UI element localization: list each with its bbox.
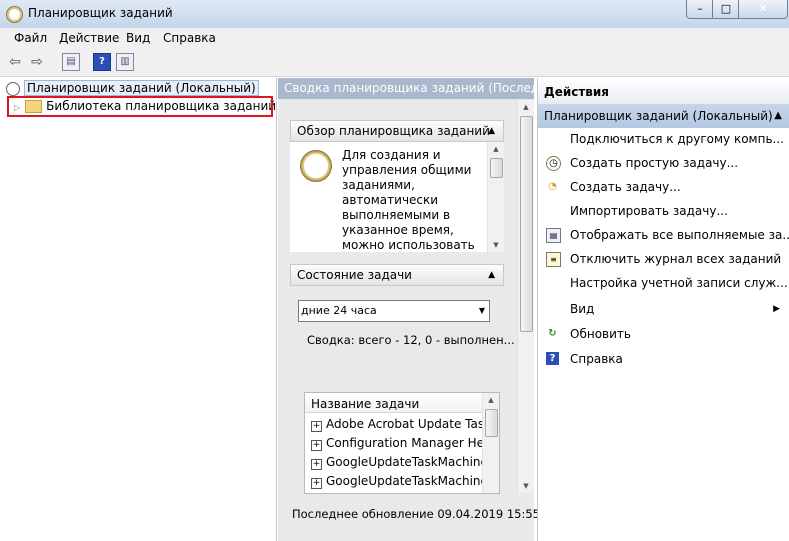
collapse-icon[interactable]: ▲ bbox=[774, 104, 782, 128]
scroll-down-icon[interactable]: ▼ bbox=[518, 479, 534, 493]
scroll-up-icon[interactable]: ▲ bbox=[483, 393, 499, 407]
action-disable-history[interactable]: ≡ Отключить журнал всех заданий bbox=[538, 248, 789, 270]
action-import-task[interactable]: Импортировать задачу... bbox=[538, 200, 789, 222]
running-tasks-icon: ▤ bbox=[546, 228, 561, 243]
summary-pane-scrollbar[interactable]: ▲ ▼ bbox=[517, 100, 534, 493]
list-item[interactable]: + GoogleUpdateTaskMachineU bbox=[305, 472, 483, 491]
status-summary: Сводка: всего - 12, 0 - выполнен... bbox=[307, 333, 515, 347]
maximize-button[interactable]: □ bbox=[712, 0, 740, 19]
expand-plus-icon[interactable]: + bbox=[311, 421, 322, 432]
action-create-basic-task[interactable]: ◷ Создать простую задачу... bbox=[538, 152, 789, 174]
title-bar: Планировщик заданий – □ ✕ bbox=[0, 0, 789, 29]
console-tree: Планировщик заданий (Локальный) ▷ Библиот… bbox=[0, 78, 277, 541]
toolbar: ⇦ ⇨ ▤ ? ▥ bbox=[0, 48, 789, 77]
status-section-header[interactable]: Состояние задачи ▲ bbox=[290, 264, 504, 286]
menu-view[interactable]: Вид bbox=[126, 31, 150, 45]
actions-pane: Действия Планировщик заданий (Локальный)… bbox=[537, 78, 789, 541]
tree-root-label: Планировщик заданий (Локальный) bbox=[24, 80, 259, 96]
action-display-running[interactable]: ▤ Отображать все выполняемые за... bbox=[538, 224, 789, 246]
refresh-icon: ↻ bbox=[548, 328, 557, 339]
menu-file[interactable]: Файл bbox=[14, 31, 47, 45]
menu-help[interactable]: Справка bbox=[163, 31, 216, 45]
action-service-account[interactable]: Настройка учетной записи служ... bbox=[538, 272, 789, 294]
period-value: дние 24 часа bbox=[301, 304, 377, 317]
task-name-column-header[interactable]: Название задачи bbox=[305, 393, 483, 413]
last-update-text: Последнее обновление 09.04.2019 15:55:24 bbox=[292, 507, 559, 521]
summary-header: Сводка планировщика заданий (Последнее с bbox=[278, 78, 534, 99]
actions-group-label: Планировщик заданий (Локальный) bbox=[544, 109, 773, 123]
action-refresh[interactable]: ↻ Обновить bbox=[538, 323, 789, 345]
list-item[interactable]: + Configuration Manager Healt bbox=[305, 434, 483, 453]
show-hide-action-pane-icon[interactable]: ▥ bbox=[116, 53, 134, 71]
period-select[interactable]: дние 24 часа ▼ bbox=[298, 300, 490, 322]
create-task-icon: ◔ bbox=[548, 181, 557, 192]
scroll-thumb[interactable] bbox=[485, 409, 498, 437]
scroll-thumb[interactable] bbox=[490, 158, 503, 178]
expand-plus-icon[interactable]: + bbox=[311, 440, 322, 451]
overview-scrollbar[interactable]: ▲ ▼ bbox=[487, 142, 504, 252]
minimize-button[interactable]: – bbox=[686, 0, 714, 19]
help-icon[interactable]: ? bbox=[93, 53, 111, 71]
status-title: Состояние задачи bbox=[297, 268, 412, 282]
overview-body: Для создания и управления общими задания… bbox=[290, 142, 504, 252]
highlight-box bbox=[7, 96, 273, 117]
actions-title: Действия bbox=[538, 78, 789, 104]
expand-plus-icon[interactable]: + bbox=[311, 478, 322, 489]
create-basic-task-icon: ◷ bbox=[546, 156, 561, 171]
close-button[interactable]: ✕ bbox=[738, 0, 788, 19]
task-list-scrollbar[interactable]: ▲ bbox=[482, 393, 499, 493]
forward-arrow-icon[interactable]: ⇨ bbox=[28, 53, 46, 71]
menu-action[interactable]: Действие bbox=[59, 31, 119, 45]
menu-bar: Файл Действие Вид Справка bbox=[0, 28, 789, 48]
collapse-icon[interactable]: ▲ bbox=[488, 265, 495, 285]
history-log-icon: ≡ bbox=[546, 252, 561, 267]
show-hide-console-tree-icon[interactable]: ▤ bbox=[62, 53, 80, 71]
back-arrow-icon[interactable]: ⇦ bbox=[6, 53, 24, 71]
summary-pane: Сводка планировщика заданий (Последнее с… bbox=[278, 78, 558, 541]
overview-text: Для создания и управления общими задания… bbox=[342, 148, 475, 252]
task-scheduler-icon bbox=[6, 6, 23, 23]
list-item[interactable]: + GoogleUpdateTaskMachineC bbox=[305, 453, 483, 472]
window-title: Планировщик заданий bbox=[28, 6, 173, 20]
action-connect[interactable]: Подключиться к другому компь... bbox=[538, 128, 789, 150]
clock-icon bbox=[300, 150, 332, 182]
scroll-thumb[interactable] bbox=[520, 116, 533, 332]
actions-group-header[interactable]: Планировщик заданий (Локальный) ▲ bbox=[538, 104, 789, 128]
submenu-arrow-icon: ▶ bbox=[773, 304, 780, 314]
help-icon: ? bbox=[546, 352, 559, 365]
collapse-icon[interactable]: ▲ bbox=[488, 121, 495, 141]
scroll-up-icon[interactable]: ▲ bbox=[518, 100, 534, 114]
overview-section-header[interactable]: Обзор планировщика заданий ▲ bbox=[290, 120, 504, 142]
action-create-task[interactable]: ◔ Создать задачу... bbox=[538, 176, 789, 198]
chevron-down-icon[interactable]: ▼ bbox=[479, 301, 485, 321]
scroll-up-icon[interactable]: ▲ bbox=[488, 142, 504, 156]
overview-title: Обзор планировщика заданий bbox=[297, 124, 490, 138]
action-view[interactable]: Вид ▶ bbox=[538, 298, 789, 320]
list-item[interactable]: + Adobe Acrobat Update Task ( bbox=[305, 415, 483, 434]
expand-plus-icon[interactable]: + bbox=[311, 459, 322, 470]
task-list: Название задачи + Adobe Acrobat Update Ta… bbox=[304, 392, 500, 494]
clock-icon bbox=[6, 81, 20, 96]
scroll-down-icon[interactable]: ▼ bbox=[488, 238, 504, 252]
action-help[interactable]: ? Справка bbox=[538, 348, 789, 370]
